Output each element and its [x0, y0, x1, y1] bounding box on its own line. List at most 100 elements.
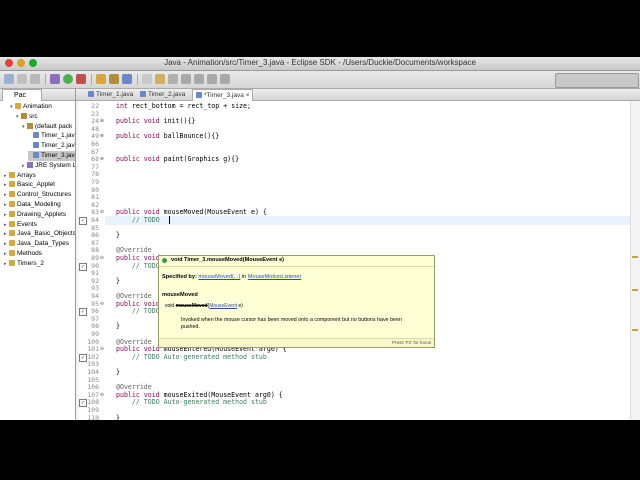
tree-item-label: JRE System Libr — [35, 161, 76, 169]
tree-item[interactable]: ▸ Java_Data_Types — [4, 239, 69, 249]
tree-item[interactable]: ▸ Control_Structures — [4, 190, 71, 200]
new-package-icon[interactable] — [109, 74, 119, 84]
toggle-mark-occurrences-icon[interactable] — [168, 74, 178, 84]
text-caret — [169, 216, 170, 224]
tree-item[interactable]: ▾ (default pack — [22, 122, 72, 132]
tree-item[interactable]: ▸ Arrays — [4, 171, 36, 181]
keyword: int — [116, 102, 128, 110]
tab-timer-1[interactable]: Timer_1.java — [88, 89, 133, 100]
javadoc-hover-popup: void Timer_3.mouseMoved(MouseEvent e) Sp… — [158, 255, 435, 348]
source-folder-icon — [21, 112, 27, 119]
collapse-fold-icon[interactable]: ⊖ — [99, 300, 105, 309]
open-type-icon[interactable] — [142, 74, 152, 84]
signature-return-type: void — [165, 303, 175, 309]
tree-item-label: Timer_3.java — [41, 152, 76, 159]
collapse-fold-icon[interactable]: ⊖ — [99, 208, 105, 217]
tree-item[interactable]: ▾ Animation — [10, 102, 52, 112]
tree-item[interactable]: ▸ Data_Modeling — [4, 200, 61, 210]
keyword: public void — [116, 117, 160, 126]
editor-tab-bar: Timer_1.java Timer_2.java *Timer_3.java … — [76, 89, 640, 101]
tab-timer-2[interactable]: Timer_2.java — [140, 89, 185, 100]
overview-marker[interactable] — [632, 256, 638, 258]
search-icon[interactable] — [155, 74, 165, 84]
debug-icon[interactable] — [50, 74, 60, 84]
tab-package-explorer[interactable]: Pac — [2, 89, 42, 101]
tree-item-label: Timer_2.java — [41, 142, 76, 150]
specified-by-interface-link[interactable]: MouseMotionListener — [248, 274, 301, 280]
tree-item-label: src — [29, 112, 38, 120]
tree-item[interactable]: Timer_3.java — [28, 151, 75, 161]
code-line: // TODO Auto-generated method stub — [116, 398, 267, 407]
expand-fold-icon[interactable]: ⊕ — [99, 132, 105, 141]
tree-item[interactable]: ▸ Methods — [4, 249, 42, 259]
toolbar-separator — [91, 74, 92, 85]
code-line: // TODO — [116, 216, 160, 224]
perspective-switcher[interactable] — [555, 73, 639, 88]
close-tab-icon[interactable]: × — [246, 92, 250, 99]
overview-marker[interactable] — [632, 289, 638, 291]
tree-item-label: Basic_Applet — [17, 181, 55, 189]
window-title: Java - Animation/src/Timer_3.java - Ecli… — [164, 58, 476, 67]
popup-section-title: mouseMoved — [162, 292, 198, 298]
tree-item[interactable]: ▸ Events — [4, 220, 37, 230]
tree-item-label: Drawing_Applets — [17, 210, 67, 218]
tree-item[interactable]: Timer_1.java — [28, 131, 76, 141]
popup-description-line2: pushed. — [181, 324, 200, 330]
specified-by-in: in — [241, 274, 247, 280]
tree-item[interactable]: ▸JRE System Libr — [22, 161, 76, 171]
new-class-icon[interactable] — [122, 74, 132, 84]
specified-by-method-link[interactable]: mouseMoved(...) — [198, 274, 240, 280]
tab-timer-3[interactable]: *Timer_3.java × — [192, 89, 254, 101]
collapse-fold-icon[interactable]: ⊖ — [99, 391, 105, 400]
tree-item[interactable]: Timer_2.java — [28, 141, 76, 151]
tab-label: *Timer_3.java — [204, 92, 244, 99]
code-line: } — [116, 231, 120, 240]
external-tools-icon[interactable] — [76, 74, 86, 84]
code-line: public void ballBounce(){} — [116, 132, 220, 141]
tree-item[interactable]: ▸ Basic_Applet — [4, 180, 55, 190]
expand-fold-icon[interactable]: ⊕ — [99, 155, 105, 164]
java-file-icon — [88, 91, 94, 97]
next-annotation-icon[interactable] — [181, 74, 191, 84]
new-icon[interactable] — [4, 74, 14, 84]
popup-focus-hint: Press 'F2' for focus — [391, 340, 431, 345]
title-bar: Java - Animation/src/Timer_3.java - Ecli… — [0, 57, 640, 71]
java-file-icon — [33, 142, 39, 149]
collapse-fold-icon[interactable]: ⊖ — [99, 254, 105, 263]
tree-item-label: Animation — [23, 103, 52, 110]
overview-marker[interactable] — [632, 329, 638, 331]
tree-item[interactable]: ▸ Timers_2 — [4, 259, 44, 269]
tree-item[interactable]: ▾ src — [16, 112, 38, 122]
run-icon[interactable] — [63, 74, 73, 84]
signature-param-type-link[interactable]: MouseEvent — [209, 303, 237, 309]
tab-label: Timer_1.java — [96, 91, 134, 98]
code-line: int rect_bottom = rect_top + size; — [116, 102, 251, 110]
tree-item-label: Methods — [17, 250, 42, 257]
java-file-icon — [196, 92, 202, 98]
collapse-fold-icon[interactable]: ⊖ — [99, 345, 105, 354]
project-icon — [15, 103, 21, 109]
code-line: } — [116, 322, 120, 331]
overview-ruler[interactable] — [630, 101, 640, 420]
signature-method-name: mouseMoved — [175, 303, 208, 309]
expand-fold-icon[interactable]: ⊕ — [99, 117, 105, 126]
print-icon[interactable] — [30, 74, 40, 84]
tree-item[interactable]: ▸ Drawing_Applets — [4, 210, 66, 220]
project-icon — [9, 171, 15, 178]
tree-item-label: Timer_1.java — [41, 132, 76, 140]
library-icon — [27, 161, 33, 168]
forward-icon[interactable] — [220, 74, 230, 84]
java-file-icon — [33, 132, 39, 139]
code-line: } — [116, 276, 120, 285]
previous-annotation-icon[interactable] — [194, 74, 204, 84]
java-file-icon — [33, 152, 39, 158]
project-icon — [9, 220, 15, 227]
project-icon — [9, 181, 15, 188]
save-icon[interactable] — [17, 74, 27, 84]
package-icon — [27, 122, 33, 129]
back-icon[interactable] — [207, 74, 217, 84]
project-icon — [9, 250, 15, 256]
tree-item[interactable]: ▸ Java_Basic_Objects — [4, 229, 75, 239]
new-java-project-icon[interactable] — [96, 74, 106, 84]
popup-description-line1: Invoked when the mouse cursor has been m… — [181, 317, 402, 323]
